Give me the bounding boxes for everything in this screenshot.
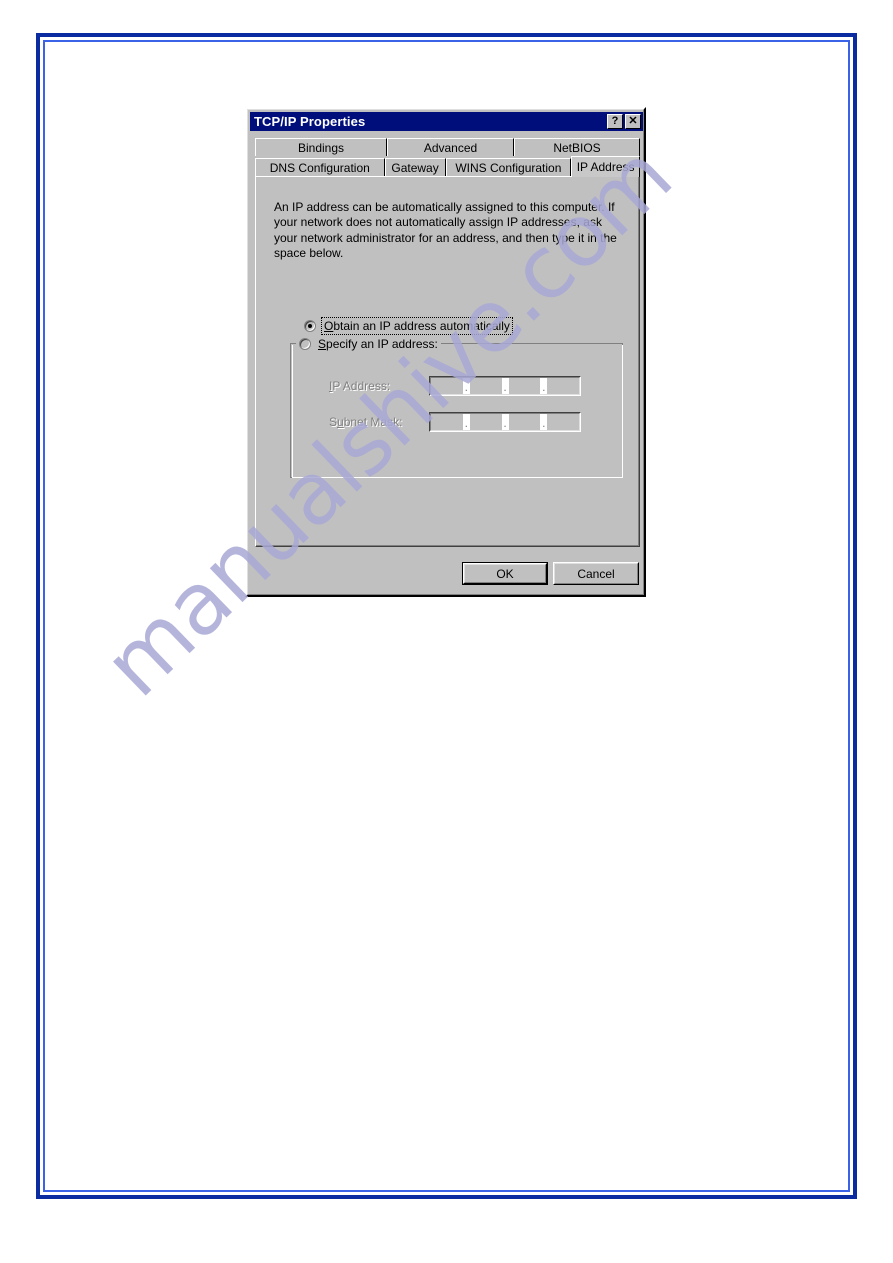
subnet-mask-field-row: Subnet Mask: . . . [329,412,581,432]
radio-specify-accel: S [318,337,327,351]
ok-button[interactable]: OK [462,562,548,585]
cancel-button[interactable]: Cancel [553,562,639,585]
radio-obtain-focus-ring: Obtain an IP address automatically [321,317,513,335]
radio-specify-ip-address-indicator[interactable] [299,338,311,350]
ip-separator-1: . [462,378,470,394]
ip-address-field-row: IP Address: . . . [329,376,581,396]
radio-specify-ip-address-label-wrap: Specify an IP address: [318,337,438,351]
mask-octet-2[interactable] [470,414,502,430]
tcpip-properties-dialog: TCP/IP Properties ? ✕ Bindings Advanced … [245,107,646,597]
dialog-title: TCP/IP Properties [254,114,366,129]
ip-address-input[interactable]: . . . [429,376,581,396]
subnet-mask-label-accel: u [337,415,344,429]
subnet-mask-label: Subnet Mask: [329,415,429,429]
radio-obtain-automatically-indicator[interactable] [304,320,316,332]
tab-ip-address[interactable]: IP Address [571,156,641,177]
tab-strip: Bindings Advanced NetBIOS DNS Configurat… [255,137,641,177]
tab-dns-configuration[interactable]: DNS Configuration [255,158,385,176]
ip-address-input-inner: . . . [430,377,580,395]
ip-address-tab-panel: An IP address can be automatically assig… [255,176,640,547]
cancel-button-label: Cancel [577,566,615,581]
ip-octet-2[interactable] [470,378,502,394]
ip-address-label: IP Address: [329,379,429,393]
subnet-mask-input[interactable]: . . . [429,412,581,432]
specify-ip-address-groupbox: Specify an IP address: IP Address: . . . [290,336,623,478]
tab-gateway[interactable]: Gateway [384,158,446,176]
radio-obtain-label: btain an IP address automatically [333,319,510,333]
ip-octet-3[interactable] [509,378,541,394]
mask-octet-1[interactable] [431,414,463,430]
close-icon[interactable]: ✕ [625,114,641,129]
mask-separator-2: . [501,414,509,430]
ip-octet-1[interactable] [431,378,463,394]
tab-wins-configuration[interactable]: WINS Configuration [445,158,572,176]
tab-advanced[interactable]: Advanced [387,138,514,156]
subnet-mask-label-rest: bnet Mask: [343,415,403,429]
subnet-mask-input-inner: . . . [430,413,580,431]
ip-octet-4[interactable] [547,378,579,394]
ok-button-label: OK [496,566,514,581]
ip-separator-2: . [501,378,509,394]
mask-octet-3[interactable] [509,414,541,430]
ip-address-description: An IP address can be automatically assig… [274,200,617,260]
tab-bindings[interactable]: Bindings [255,138,387,156]
radio-specify-ip-address-row[interactable]: Specify an IP address: [296,336,441,352]
mask-octet-4[interactable] [547,414,579,430]
mask-separator-1: . [462,414,470,430]
mask-separator-3: . [540,414,548,430]
radio-specify-label: pecify an IP address: [326,337,438,351]
radio-obtain-automatically-row[interactable]: Obtain an IP address automatically [304,317,513,335]
dialog-titlebar[interactable]: TCP/IP Properties ? ✕ [250,112,643,131]
tab-row-lower: DNS Configuration Gateway WINS Configura… [255,156,641,177]
subnet-mask-label-prefix: S [329,415,338,429]
tab-row-upper: Bindings Advanced NetBIOS [255,137,640,156]
tab-netbios[interactable]: NetBIOS [514,138,640,156]
ip-address-label-rest: P Address: [332,379,391,393]
radio-obtain-accel: O [324,319,334,333]
titlebar-button-group: ? ✕ [607,114,643,129]
ip-separator-3: . [540,378,548,394]
help-icon[interactable]: ? [607,114,623,129]
